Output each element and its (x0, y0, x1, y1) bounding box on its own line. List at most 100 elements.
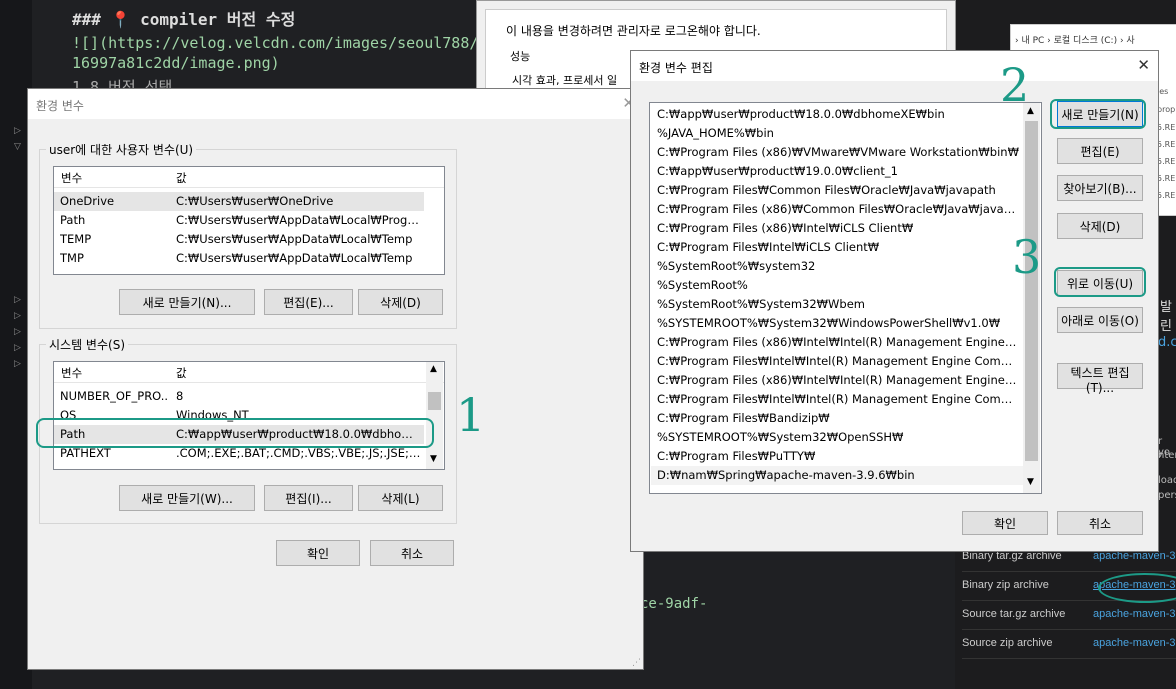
fold-arrow-icon[interactable]: ▷ (14, 327, 21, 337)
path-list-item[interactable]: %SYSTEMROOT%₩System32₩OpenSSH₩ (651, 428, 1023, 447)
user-edit-button[interactable]: 편집(E)... (264, 289, 353, 315)
path-list-item[interactable]: C:₩app₩user₩product₩19.0.0₩client_1 (651, 162, 1023, 181)
user-vars-list[interactable]: 변수 값 OneDrive C:₩Users₩user₩OneDrive Path… (53, 166, 445, 275)
system-new-button[interactable]: 새로 만들기(W)... (119, 485, 255, 511)
page-text-fragment: load (1158, 475, 1176, 486)
system-delete-button[interactable]: 삭제(L) (358, 485, 443, 511)
path-list-item[interactable]: C:₩Program Files (x86)₩Common Files₩Orac… (651, 200, 1023, 219)
download-row: Source tar.gz archive apache-maven-3 (962, 600, 1176, 630)
path-list-item[interactable]: C:₩Program Files₩Bandizip₩ (651, 409, 1023, 428)
list-item[interactable]: TMP C:₩Users₩user₩AppData₩Local₩Temp (54, 249, 424, 268)
env-vars-dialog: 환경 변수 ✕ user에 대한 사용자 변수(U) 변수 값 OneDrive… (27, 88, 644, 670)
annotation-box-2 (1050, 99, 1146, 129)
path-list-item[interactable]: %SYSTEMROOT%₩System32₩WindowsPowerShell₩… (651, 314, 1023, 333)
group-text: 시각 효과, 프로세서 일 (512, 74, 618, 87)
browse-button[interactable]: 찾아보기(B)... (1057, 175, 1143, 201)
file-item[interactable]: 5.REL (1157, 140, 1176, 149)
annotation-box-3 (1054, 267, 1146, 297)
list-item[interactable]: OneDrive C:₩Users₩user₩OneDrive (54, 192, 424, 211)
editor-line-fragment[interactable]: ce-9adf- (640, 596, 707, 612)
fold-arrow-icon[interactable]: ▷ (14, 126, 21, 136)
fold-arrow-icon[interactable]: ▷ (14, 359, 21, 369)
page-text-fragment: pers (1158, 490, 1176, 501)
list-item[interactable]: Path C:₩Users₩user₩AppData₩Local₩Programs… (54, 211, 424, 230)
file-item[interactable]: 5.REL (1157, 191, 1176, 200)
list-header: 변수 값 (54, 362, 444, 383)
download-link[interactable]: apache-maven-3 (1093, 608, 1176, 620)
scroll-down-icon[interactable]: ▼ (1027, 477, 1034, 487)
path-list[interactable]: D:₩nam₩Spring₩apache-maven-3.9.6₩bin C:₩P… (649, 102, 1042, 494)
system-vars-list[interactable]: 변수 값 NUMBER_OF_PRO... 8 OS Windows_NT Path… (53, 361, 445, 470)
column-header-val[interactable]: 값 (176, 365, 187, 381)
fold-arrow-icon[interactable]: ▷ (14, 343, 21, 353)
scrollbar[interactable]: ▲ ▼ (1023, 103, 1040, 493)
path-list-item[interactable]: C:₩Program Files₩Common Files₩Oracle₩Jav… (651, 181, 1023, 200)
scroll-up-icon[interactable]: ▲ (430, 364, 437, 374)
cancel-button[interactable]: 취소 (370, 540, 454, 566)
list-item[interactable]: NUMBER_OF_PRO... 8 (54, 387, 424, 406)
title-bar[interactable]: 환경 변수 편집 ✕ (631, 51, 1158, 81)
annotation-number-2: 2 (1000, 58, 1030, 112)
list-item[interactable]: TEMP C:₩Users₩user₩AppData₩Local₩Temp (54, 230, 424, 249)
page-link-fragment[interactable]: d.c (1158, 335, 1176, 350)
admin-notice: 이 내용을 변경하려면 관리자로 로그온해야 합니다. (506, 24, 761, 38)
path-list-item[interactable]: C:₩Program Files (x86)₩Intel₩Intel(R) Ma… (651, 333, 1023, 352)
path-list-item[interactable]: %JAVA_HOME%₩bin (651, 124, 1023, 143)
fold-arrow-icon[interactable]: ▷ (14, 311, 21, 321)
system-edit-button[interactable]: 편집(I)... (264, 485, 353, 511)
page-text-fragment: 발린 (1160, 300, 1172, 334)
user-vars-label: user에 대한 사용자 변수(U) (46, 141, 197, 158)
path-list-item[interactable]: C:₩app₩user₩product₩18.0.0₩dbhomeXE₩bin (651, 105, 1023, 124)
column-header-var[interactable]: 변수 (61, 170, 82, 186)
column-header-val[interactable]: 값 (176, 170, 187, 186)
user-new-button[interactable]: 새로 만들기(N)... (119, 289, 255, 315)
scroll-thumb[interactable] (428, 392, 441, 410)
page-text-fragment: nter (1158, 450, 1176, 461)
path-list-item[interactable]: C:₩Program Files (x86)₩VMware₩VMware Wor… (651, 143, 1023, 162)
edit-text-button[interactable]: 텍스트 편집(T)... (1057, 363, 1143, 395)
file-item[interactable]: 5.REL (1157, 174, 1176, 183)
file-item[interactable]: 5.REL (1157, 157, 1176, 166)
scroll-down-icon[interactable]: ▼ (430, 454, 437, 464)
list-header: 변수 값 (54, 167, 444, 188)
delete-button[interactable]: 삭제(D) (1057, 213, 1143, 239)
system-vars-label: 시스템 변수(S) (46, 336, 128, 353)
dialog-title: 환경 변수 편집 (639, 61, 713, 75)
edit-button[interactable]: 편집(E) (1057, 138, 1143, 164)
resize-grip-icon[interactable]: ⋰ (632, 658, 641, 668)
path-list-item[interactable]: %SystemRoot%₩system32 (651, 257, 1023, 276)
move-down-button[interactable]: 아래로 이동(O) (1057, 307, 1143, 333)
path-list-item[interactable]: %SystemRoot%₩System32₩Wbem (651, 295, 1023, 314)
path-list-item[interactable]: D:₩nam₩Spring₩apache-maven-3.9.6₩bin (651, 466, 1023, 485)
column-header-var[interactable]: 변수 (61, 365, 82, 381)
title-bar[interactable]: 환경 변수 ✕ (28, 89, 643, 119)
breadcrumb[interactable]: › 내 PC › 로컬 디스크 (C:) › 사 (1015, 33, 1135, 46)
annotation-number-3: 3 (1012, 230, 1042, 284)
editor-heading-line[interactable]: ### 📍 compiler 버전 수정 (72, 6, 295, 30)
scroll-thumb[interactable] (1025, 121, 1038, 461)
group-label: 성능 (510, 50, 531, 63)
file-item[interactable]: 5.REL (1157, 123, 1176, 132)
path-list-item[interactable]: %SystemRoot% (651, 276, 1023, 295)
path-list-item[interactable]: C:₩Program Files (x86)₩Intel₩Intel(R) Ma… (651, 371, 1023, 390)
editor-line[interactable]: 16997a81c2dd/image.png) (72, 54, 280, 72)
path-list-item[interactable]: C:₩Program Files₩Intel₩iCLS Client₩ (651, 238, 1023, 257)
ok-button[interactable]: 확인 (276, 540, 360, 566)
download-row: Source zip archive apache-maven-3 (962, 629, 1176, 659)
path-list-item[interactable]: C:₩Program Files₩Intel₩Intel(R) Manageme… (651, 390, 1023, 409)
path-list-item[interactable]: C:₩Program Files₩Intel₩Intel(R) Manageme… (651, 352, 1023, 371)
file-item[interactable]: prop (1157, 105, 1175, 114)
download-link[interactable]: apache-maven-3 (1093, 637, 1176, 649)
user-delete-button[interactable]: 삭제(D) (358, 289, 443, 315)
fold-arrow-icon[interactable]: ▽ (14, 142, 21, 152)
editor-line[interactable]: ![](https://velog.velcdn.com/images/seou… (72, 34, 496, 52)
cancel-button[interactable]: 취소 (1057, 511, 1143, 535)
annotation-box-1 (36, 418, 434, 448)
path-list-item[interactable]: C:₩Program Files (x86)₩Intel₩iCLS Client… (651, 219, 1023, 238)
dialog-title: 환경 변수 (36, 99, 84, 113)
path-list-item[interactable]: C:₩Program Files₩PuTTY₩ (651, 447, 1023, 466)
scrollbar[interactable]: ▲ ▼ (426, 362, 443, 469)
close-icon[interactable]: ✕ (1137, 56, 1150, 74)
ok-button[interactable]: 확인 (962, 511, 1048, 535)
fold-arrow-icon[interactable]: ▷ (14, 295, 21, 305)
